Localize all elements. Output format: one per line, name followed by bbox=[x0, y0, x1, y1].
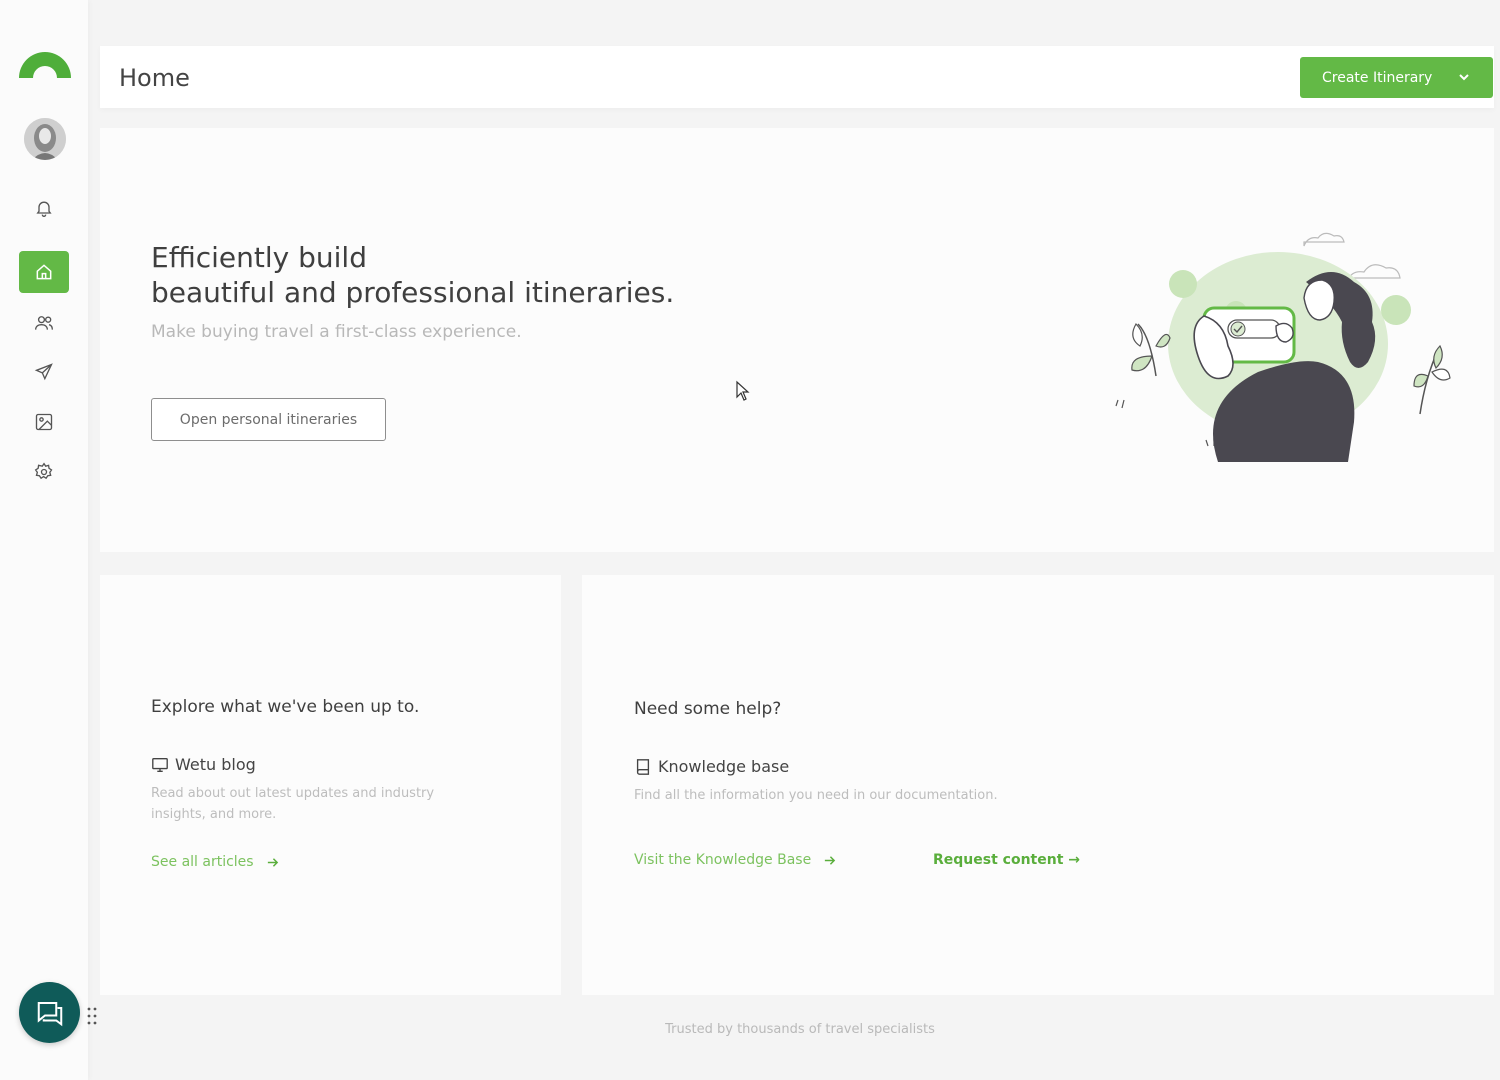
users-icon bbox=[35, 316, 53, 330]
create-itinerary-label: Create Itinerary bbox=[1322, 69, 1433, 86]
wetu-blog-row: Wetu blog bbox=[151, 755, 256, 774]
sidebar-item-notifications[interactable] bbox=[19, 187, 69, 229]
sidebar bbox=[0, 0, 88, 1080]
hero-subtitle: Make buying travel a first-class experie… bbox=[151, 322, 522, 342]
gear-icon bbox=[34, 462, 53, 480]
create-itinerary-button[interactable]: Create Itinerary bbox=[1300, 57, 1493, 98]
hero-section: Efficiently build beautiful and professi… bbox=[100, 128, 1494, 552]
logo-icon[interactable] bbox=[17, 48, 73, 82]
header: Home Create Itinerary bbox=[100, 46, 1494, 108]
send-icon bbox=[34, 363, 53, 381]
avatar[interactable] bbox=[24, 118, 66, 160]
wetu-blog-label: Wetu blog bbox=[175, 755, 256, 774]
hero-title: Efficiently build beautiful and professi… bbox=[151, 240, 851, 310]
wetu-blog-description: Read about out latest updates and indust… bbox=[151, 786, 435, 822]
page-title: Home bbox=[119, 64, 190, 92]
visit-knowledge-base-link[interactable]: Visit the Knowledge Base bbox=[634, 852, 836, 868]
help-card: Need some help? Knowledge base Find all … bbox=[582, 575, 1494, 995]
home-icon bbox=[36, 264, 52, 280]
sidebar-item-send[interactable] bbox=[19, 351, 69, 393]
monitor-icon bbox=[152, 757, 168, 772]
knowledge-base-row: Knowledge base bbox=[634, 757, 789, 776]
sidebar-item-contacts[interactable] bbox=[19, 302, 69, 344]
explore-title: Explore what we've been up to. bbox=[151, 697, 420, 717]
knowledge-base-label: Knowledge base bbox=[658, 757, 790, 776]
hero-title-line2: beautiful and professional itineraries. bbox=[151, 276, 675, 309]
sidebar-item-settings[interactable] bbox=[19, 451, 69, 493]
mouse-cursor-icon bbox=[736, 380, 750, 401]
explore-card: Explore what we've been up to. Wetu blog… bbox=[100, 575, 561, 995]
sidebar-item-media[interactable] bbox=[19, 401, 69, 443]
chevron-down-icon[interactable] bbox=[1457, 70, 1471, 84]
see-all-articles-link[interactable]: See all articles bbox=[151, 854, 279, 870]
chat-icon bbox=[37, 1001, 62, 1026]
hero-illustration bbox=[1115, 232, 1451, 462]
arrow-right-icon bbox=[825, 855, 836, 865]
visit-knowledge-base-label: Visit the Knowledge Base bbox=[634, 852, 812, 868]
open-personal-itineraries-button[interactable]: Open personal itineraries bbox=[151, 398, 386, 441]
knowledge-base-description: Find all the information you need in our… bbox=[634, 788, 998, 803]
chat-button[interactable] bbox=[19, 982, 80, 1043]
book-icon bbox=[636, 758, 650, 775]
bell-icon bbox=[36, 201, 52, 217]
request-content-link[interactable]: Request content → bbox=[933, 852, 1080, 868]
request-content-label: Request content → bbox=[933, 852, 1080, 868]
help-title: Need some help? bbox=[634, 699, 782, 719]
image-icon bbox=[35, 413, 53, 431]
hero-title-line1: Efficiently build bbox=[151, 241, 367, 274]
drag-handle-icon[interactable] bbox=[86, 1005, 98, 1027]
see-all-articles-label: See all articles bbox=[151, 854, 254, 870]
footer-tagline: Trusted by thousands of travel specialis… bbox=[665, 1022, 935, 1037]
sidebar-item-home[interactable] bbox=[19, 251, 69, 293]
arrow-right-icon bbox=[267, 857, 278, 867]
